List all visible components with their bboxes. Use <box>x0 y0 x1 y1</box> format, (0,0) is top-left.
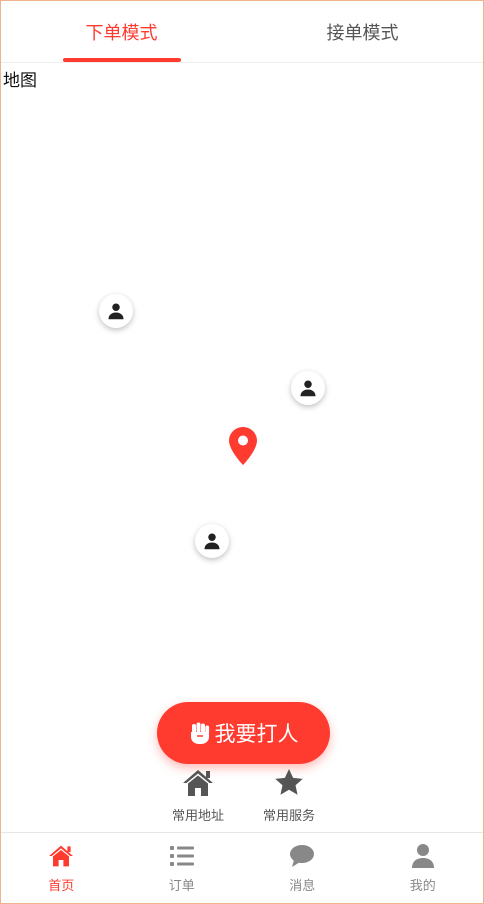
mode-tabs: 下单模式 接单模式 <box>1 1 483 63</box>
map-placeholder-label: 地图 <box>3 71 37 91</box>
frequent-address-button[interactable]: 常用地址 <box>158 767 238 824</box>
nav-item-home[interactable]: 首页 <box>1 833 122 903</box>
nav-home-label: 首页 <box>48 879 75 894</box>
tab-accept-mode[interactable]: 接单模式 <box>242 1 483 62</box>
star-icon <box>273 767 305 799</box>
map-user-marker[interactable] <box>195 524 229 558</box>
tab-order-mode[interactable]: 下单模式 <box>1 1 242 62</box>
frequent-service-button[interactable]: 常用服务 <box>249 767 329 824</box>
person-icon <box>204 533 220 550</box>
nav-item-orders[interactable]: 订单 <box>122 833 243 903</box>
nav-orders-label: 订单 <box>168 879 195 894</box>
frequent-address-label: 常用地址 <box>171 809 224 824</box>
nav-messages-label: 消息 <box>289 879 316 894</box>
chat-bubble-icon <box>289 843 315 869</box>
tab-order-mode-label: 下单模式 <box>85 22 158 44</box>
hire-fighter-label: 我要打人 <box>214 722 299 746</box>
home-icon <box>47 843 75 869</box>
nav-item-mine[interactable]: 我的 <box>363 833 484 903</box>
list-icon <box>169 843 195 869</box>
hire-fighter-button[interactable]: 我要打人 <box>157 702 330 764</box>
home-icon <box>181 767 215 799</box>
fist-icon <box>189 721 211 745</box>
active-tab-indicator <box>62 58 181 62</box>
map-user-marker[interactable] <box>99 294 133 328</box>
bottom-navigation: 首页 订单 消息 我的 <box>1 832 484 903</box>
user-icon <box>411 843 434 869</box>
nav-mine-label: 我的 <box>409 879 436 894</box>
nav-item-messages[interactable]: 消息 <box>242 833 363 903</box>
person-icon <box>300 380 316 397</box>
tab-accept-mode-label: 接单模式 <box>326 22 399 44</box>
frequent-service-label: 常用服务 <box>262 809 315 824</box>
person-icon <box>108 303 124 320</box>
location-pin-icon <box>229 427 257 465</box>
app-screen: 下单模式 接单模式 地图 我要打人 常用地址 常用服务 首页 订单 消息 我的 <box>0 0 484 904</box>
map-user-marker[interactable] <box>291 371 325 405</box>
